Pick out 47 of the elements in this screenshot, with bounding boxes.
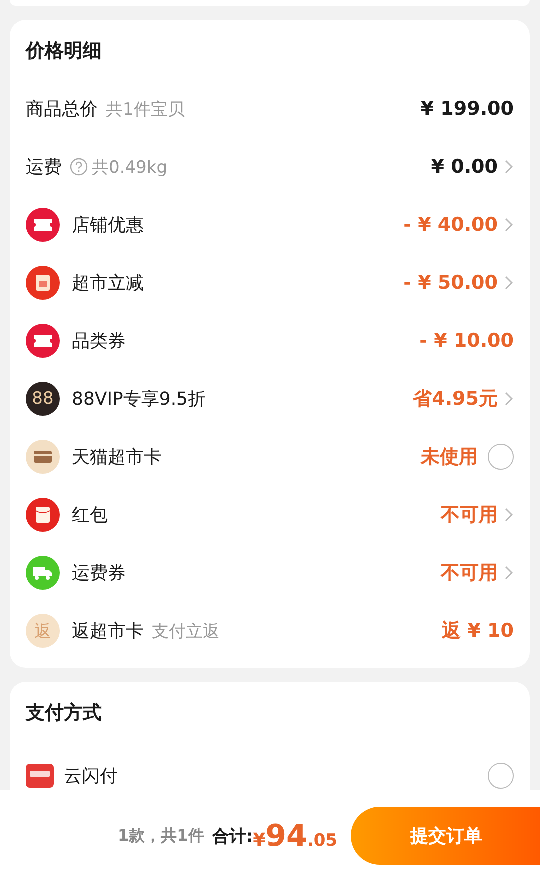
coupon-icon [26,208,60,242]
vip-badge: 88 [26,382,60,416]
row-label: 88VIP专享9.5折 [72,388,206,411]
card-icon [26,440,60,474]
payment-logo-icon [26,764,54,788]
help-icon[interactable] [70,158,88,176]
row-label: 天猫超市卡 [72,446,162,469]
item-count: 1款，共1件 [118,826,204,846]
payment-method-label[interactable]: 云闪付 [64,764,118,788]
row-value: 省4.95元 [413,387,498,412]
chevron-icon[interactable] [504,507,514,523]
section-title: 支付方式 [26,701,103,726]
chevron-icon[interactable] [504,275,514,291]
row-label: 商品总价 [26,98,98,121]
row-value: - ¥ 40.00 [404,214,498,236]
section-title: 价格明细 [26,39,103,64]
total-price: ¥94.05 [253,818,338,854]
total-label: 合计: [212,826,254,848]
row-value: - ¥ 50.00 [404,272,498,294]
row-value: 不可用 [441,503,498,528]
row-label: 红包 [72,504,108,527]
truck-icon [26,556,60,590]
radio-button[interactable] [488,763,514,789]
row-value: ¥ 199.00 [420,98,514,120]
row-label: 返超市卡 [72,620,144,643]
row-value: - ¥ 10.00 [420,330,514,352]
envelope-icon [26,498,60,532]
row-note: 支付立返 [152,620,220,642]
cashback-badge: 返 [26,614,60,648]
row-label: 品类券 [72,330,126,353]
row-label: 运费 [26,156,62,179]
row-label: 运费券 [72,562,126,585]
radio-button[interactable] [488,444,514,470]
chevron-icon[interactable] [504,217,514,233]
row-value: 未使用 [421,445,478,470]
row-value: 不可用 [441,561,498,586]
discount-icon [26,266,60,300]
chevron-icon[interactable] [504,159,514,175]
row-note: 共1件宝贝 [106,98,185,120]
coupon-icon [26,324,60,358]
chevron-icon[interactable] [504,391,514,407]
row-value: 返 ¥ 10 [442,619,514,644]
chevron-icon[interactable] [504,565,514,581]
row-label: 超市立减 [72,272,144,295]
row-label: 店铺优惠 [72,214,144,237]
row-value: ¥ 0.00 [431,156,498,178]
row-note: 共0.49kg [92,156,168,178]
